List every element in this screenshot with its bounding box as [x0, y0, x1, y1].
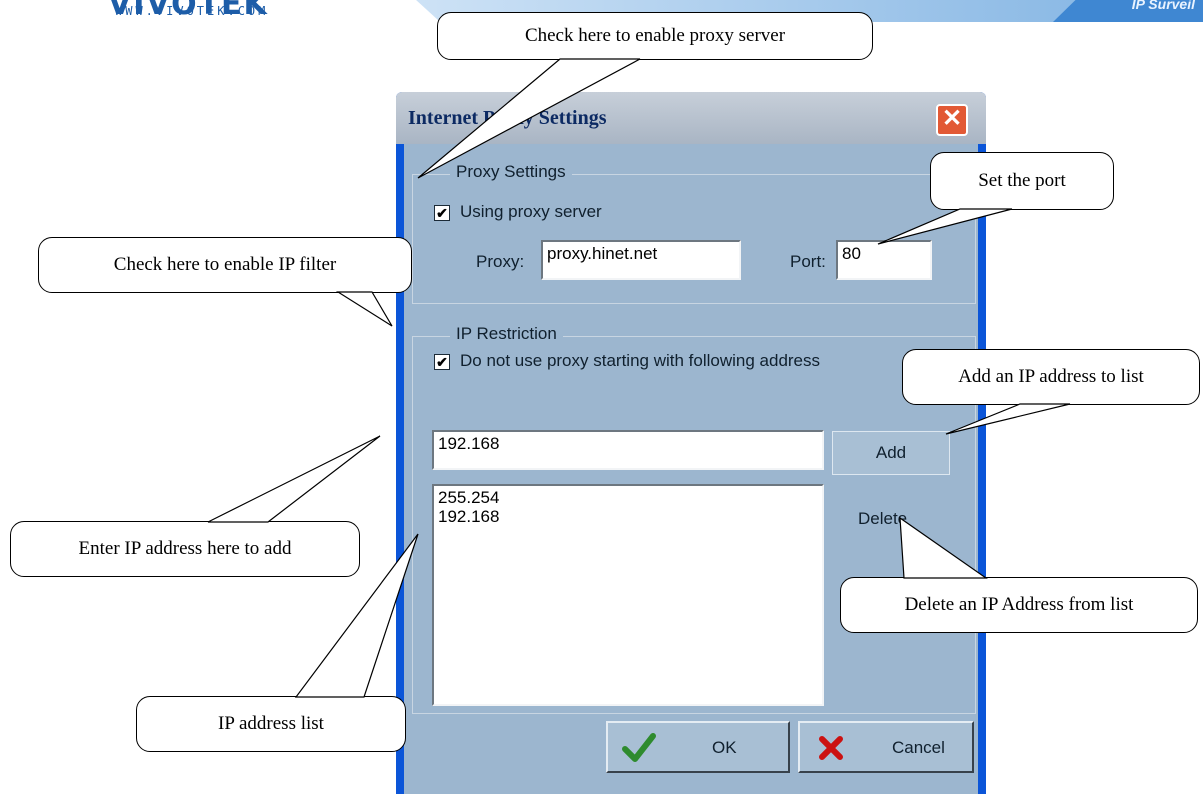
checkmark-icon	[622, 733, 656, 762]
use-proxy-checkbox[interactable]: ✔	[434, 205, 450, 221]
callout-ip-list: IP address list	[136, 696, 406, 752]
ip-address-input[interactable]: 192.168	[432, 430, 824, 470]
proxy-label: Proxy:	[476, 252, 525, 271]
callout-enter-ip: Enter IP address here to add	[10, 521, 360, 577]
list-item[interactable]: 255.254	[438, 488, 818, 507]
callout-enable-proxy: Check here to enable proxy server	[437, 12, 873, 60]
callout-add-ip: Add an IP address to list	[902, 349, 1200, 405]
ok-button[interactable]: OK	[606, 721, 790, 773]
add-button[interactable]: Add	[832, 431, 950, 475]
dialog-title: Internet Proxy Settings	[408, 107, 607, 129]
port-input[interactable]: 80	[836, 240, 932, 280]
vivotek-url: WWW.VIVOTEK.COM	[115, 4, 269, 18]
dialog-titlebar[interactable]: Internet Proxy Settings ✕	[396, 92, 986, 144]
bypass-proxy-checkbox[interactable]: ✔	[434, 354, 450, 370]
callout-set-port: Set the port	[930, 152, 1114, 210]
proxy-settings-dialog: Internet Proxy Settings ✕ Proxy Settings…	[396, 92, 986, 794]
proxy-settings-group	[412, 174, 976, 304]
port-label: Port:	[790, 252, 826, 271]
ip-address-list[interactable]: 255.254 192.168	[432, 484, 824, 706]
proxy-address-input[interactable]: proxy.hinet.net	[541, 240, 741, 280]
cancel-button[interactable]: Cancel	[798, 721, 974, 773]
cancel-label: Cancel	[892, 738, 945, 757]
callout-enable-ip-filter: Check here to enable IP filter	[38, 237, 412, 293]
header-banner-accent: IP Surveil	[1053, 0, 1203, 22]
list-item[interactable]: 192.168	[438, 507, 818, 526]
header-tagline: IP Surveil	[1131, 0, 1195, 12]
bypass-proxy-label: Do not use proxy starting with following…	[460, 351, 821, 370]
proxy-settings-legend: Proxy Settings	[450, 162, 572, 182]
dialog-client-area: Proxy Settings ✔ Using proxy server Prox…	[404, 144, 978, 794]
ip-restriction-legend: IP Restriction	[450, 324, 563, 344]
use-proxy-label: Using proxy server	[460, 202, 602, 221]
x-mark-icon	[819, 736, 843, 760]
ok-label: OK	[712, 738, 737, 757]
callout-delete-ip: Delete an IP Address from list	[840, 577, 1198, 633]
delete-button[interactable]: Delete	[858, 509, 907, 529]
close-icon[interactable]: ✕	[936, 104, 968, 136]
